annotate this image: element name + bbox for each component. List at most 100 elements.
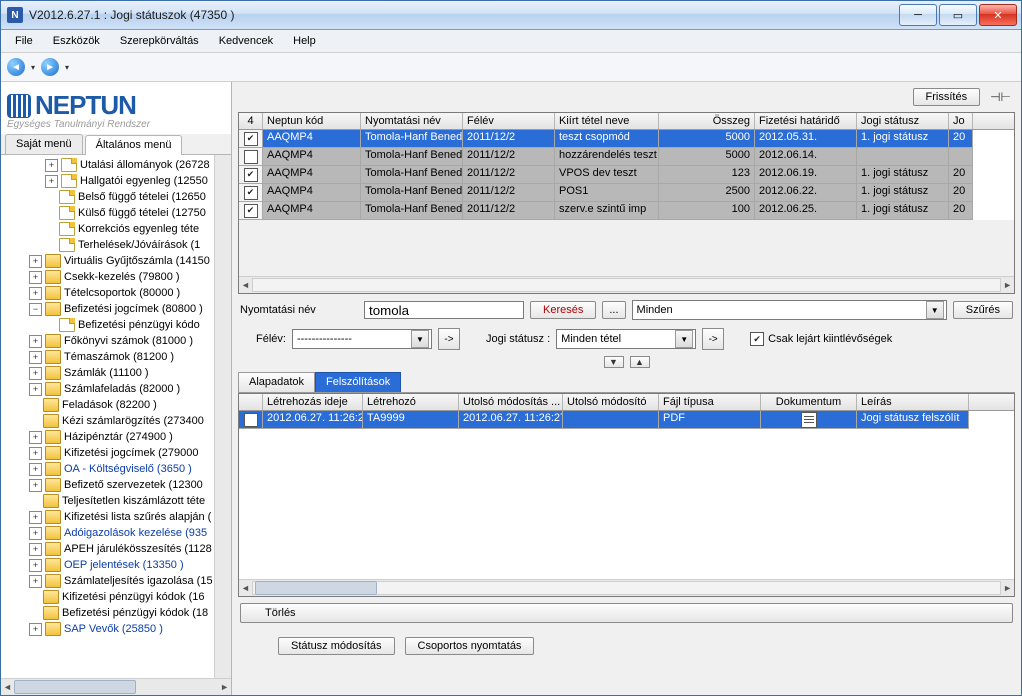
chevron-up-icon[interactable]: ▲ (630, 356, 650, 368)
col-leiras[interactable]: Leírás (857, 394, 969, 410)
expand-icon[interactable]: + (29, 543, 42, 556)
nav-tree[interactable]: +Utalási állományok (26728+Hallgatói egy… (1, 155, 214, 678)
tree-item[interactable]: Belső függő tételei (12650 (5, 189, 214, 205)
expand-icon[interactable]: + (29, 447, 42, 460)
main-grid-body[interactable]: AAQMP4Tomola-Hanf Bened2011/12/2teszt cs… (239, 130, 1014, 220)
main-grid-hscroll[interactable]: ◄► (239, 276, 1014, 293)
tree-item[interactable]: +Hallgatói egyenleg (12550 (5, 173, 214, 189)
pin-icon[interactable]: ⊣⊢ (990, 90, 1011, 104)
tree-item[interactable]: −Befizetési jogcímek (80800 ) (5, 301, 214, 317)
tree-item[interactable]: +Utalási állományok (26728 (5, 157, 214, 173)
col-jogi-statusz[interactable]: Jogi státusz (857, 113, 949, 129)
expand-icon[interactable]: + (29, 367, 42, 380)
row-checkbox[interactable] (244, 132, 258, 146)
table-row[interactable]: AAQMP4Tomola-Hanf Bened2011/12/2POS12500… (239, 184, 1014, 202)
col-nyomtatasi-nev[interactable]: Nyomtatási név (361, 113, 463, 129)
row-checkbox[interactable] (244, 168, 258, 182)
search-more-button[interactable]: ... (602, 301, 625, 319)
expand-icon[interactable]: + (45, 175, 58, 188)
expand-icon[interactable]: + (29, 511, 42, 524)
tree-item[interactable]: +Számlák (11100 ) (5, 365, 214, 381)
menu-help[interactable]: Help (283, 33, 326, 49)
expand-icon[interactable]: + (29, 335, 42, 348)
row-checkbox[interactable] (244, 150, 258, 164)
table-row[interactable]: AAQMP4Tomola-Hanf Bened2011/12/2hozzáren… (239, 148, 1014, 166)
col-hatarido[interactable]: Fizetési határidő (755, 113, 857, 129)
col-corner[interactable]: 4 (239, 113, 263, 129)
tree-item[interactable]: Kézi számlarögzítés (273400 (5, 413, 214, 429)
col-kiirt-tetel[interactable]: Kiírt tétel neve (555, 113, 659, 129)
row-checkbox[interactable] (244, 204, 258, 218)
tree-item[interactable]: Teljesítetlen kiszámlázott téte (5, 493, 214, 509)
tree-item[interactable]: +OEP jelentések (13350 ) (5, 557, 214, 573)
tree-item[interactable]: +Kifizetési jogcímek (279000 (5, 445, 214, 461)
menu-favorites[interactable]: Kedvencek (209, 33, 283, 49)
collapse-icon[interactable]: − (29, 303, 42, 316)
expand-icon[interactable]: + (29, 623, 42, 636)
expand-icon[interactable]: + (29, 351, 42, 364)
tree-item[interactable]: +Számlateljesítés igazolása (15 (5, 573, 214, 589)
menu-roles[interactable]: Szerepkörváltás (110, 33, 209, 49)
felev-apply-button[interactable]: -> (438, 328, 460, 350)
status-combo[interactable]: Minden tétel ▼ (556, 329, 696, 349)
col-fajl-tipusa[interactable]: Fájl típusa (659, 394, 761, 410)
tab-own-menu[interactable]: Saját menü (5, 134, 83, 154)
tree-item[interactable]: Külső függő tételei (12750 (5, 205, 214, 221)
tree-item[interactable]: +Csekk-kezelés (79800 ) (5, 269, 214, 285)
col-utolso-modositas[interactable]: Utolsó módosítás ... (459, 394, 563, 410)
expand-icon[interactable]: + (29, 527, 42, 540)
expand-icon[interactable]: + (45, 159, 58, 172)
splitter-toggle[interactable]: ▼ ▲ (238, 356, 1015, 372)
tree-hscroll[interactable]: ◄ ► (1, 678, 231, 695)
expand-icon[interactable]: + (29, 575, 42, 588)
tree-item[interactable]: Befizetési pénzügyi kódo (5, 317, 214, 333)
delete-button[interactable]: Törlés (240, 603, 1013, 623)
col-letrehozas-ideje[interactable]: Létrehozás ideje (263, 394, 363, 410)
tree-item[interactable]: +Házipénztár (274900 ) (5, 429, 214, 445)
felev-combo[interactable]: --------------- ▼ (292, 329, 432, 349)
menu-tools[interactable]: Eszközök (43, 33, 110, 49)
tree-item[interactable]: Kifizetési pénzügyi kódok (16 (5, 589, 214, 605)
back-dropdown[interactable]: ▾ (29, 63, 37, 72)
tab-alapadatok[interactable]: Alapadatok (238, 372, 315, 392)
tree-item[interactable]: +Adóigazolások kezelése (935 (5, 525, 214, 541)
expand-icon[interactable]: + (29, 271, 42, 284)
filter-button[interactable]: Szűrés (953, 301, 1013, 319)
col-select[interactable] (239, 394, 263, 410)
col-last[interactable]: Jo (949, 113, 973, 129)
expand-icon[interactable]: + (29, 383, 42, 396)
tree-item[interactable]: +Számlafeladás (82000 ) (5, 381, 214, 397)
document-icon[interactable] (801, 412, 817, 428)
tree-item[interactable]: Befizetési pénzügyi kódok (18 (5, 605, 214, 621)
col-felev[interactable]: Félév (463, 113, 555, 129)
table-row[interactable]: AAQMP4Tomola-Hanf Bened2011/12/2szerv.e … (239, 202, 1014, 220)
tree-item[interactable]: +Kifizetési lista szűrés alapján ( (5, 509, 214, 525)
tree-item[interactable]: +Befizető szervezetek (12300 (5, 477, 214, 493)
detail-grid-body[interactable]: 2012.06.27. 11:26:27TA99992012.06.27. 11… (239, 411, 1014, 429)
forward-button[interactable]: ► (41, 58, 59, 76)
table-row[interactable]: AAQMP4Tomola-Hanf Bened2011/12/2teszt cs… (239, 130, 1014, 148)
refresh-button[interactable]: Frissítés (913, 88, 981, 106)
row-checkbox[interactable] (244, 186, 258, 200)
maximize-button[interactable]: ▭ (939, 4, 977, 26)
chevron-down-icon[interactable]: ▼ (604, 356, 624, 368)
expand-icon[interactable]: + (29, 463, 42, 476)
col-neptun-kod[interactable]: Neptun kód (263, 113, 361, 129)
search-input[interactable] (364, 301, 524, 319)
status-modify-button[interactable]: Státusz módosítás (278, 637, 395, 655)
col-letrehozo[interactable]: Létrehozó (363, 394, 459, 410)
tree-item[interactable]: +SAP Vevők (25850 ) (5, 621, 214, 637)
search-button[interactable]: Keresés (530, 301, 596, 319)
tab-felszolitasok[interactable]: Felszólítások (315, 372, 401, 392)
tree-item[interactable]: +Főkönyvi számok (81000 ) (5, 333, 214, 349)
col-utolso-modosito[interactable]: Utolsó módosító (563, 394, 659, 410)
col-dokumentum[interactable]: Dokumentum (761, 394, 857, 410)
close-button[interactable]: ✕ (979, 4, 1017, 26)
detail-grid-hscroll[interactable]: ◄► (239, 579, 1014, 596)
expand-icon[interactable]: + (29, 431, 42, 444)
tree-item[interactable]: Korrekciós egyenleg téte (5, 221, 214, 237)
minimize-button[interactable]: ─ (899, 4, 937, 26)
tree-item[interactable]: +Tételcsoportok (80000 ) (5, 285, 214, 301)
expand-icon[interactable]: + (29, 479, 42, 492)
expired-checkbox[interactable] (750, 332, 764, 346)
